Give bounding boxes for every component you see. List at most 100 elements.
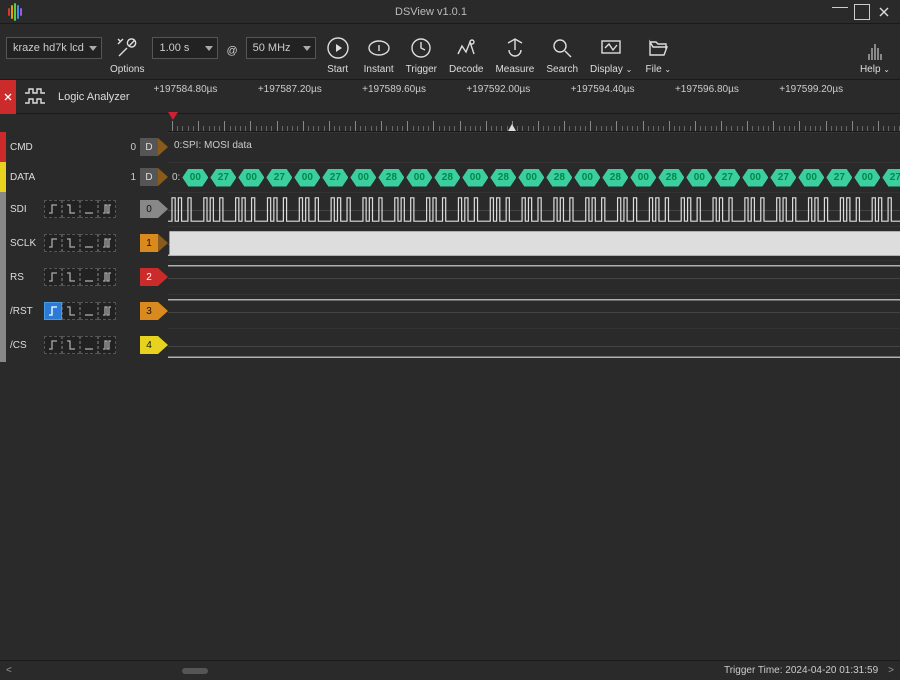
channel-flag (158, 336, 168, 354)
decoded-byte[interactable]: 00 (350, 169, 376, 187)
time-range-value: 1.00 s (159, 42, 189, 54)
decoded-byte[interactable]: 27 (210, 169, 236, 187)
help-button[interactable]: Help ⌄ (856, 44, 894, 75)
decoded-byte[interactable]: 27 (826, 169, 852, 187)
decoded-byte[interactable]: 28 (490, 169, 516, 187)
decoded-byte[interactable]: 00 (742, 169, 768, 187)
trigger-both-button[interactable] (98, 336, 116, 354)
decoder-row-data: DATA 1 D 0: 0027002700270028002800280028… (0, 162, 900, 192)
maximize-button[interactable] (854, 4, 870, 20)
channel-index-badge[interactable]: 1 (140, 234, 158, 252)
waveform-lane[interactable] (168, 294, 900, 328)
waveform-lane[interactable] (168, 226, 900, 260)
trigger-fall-button[interactable] (62, 302, 80, 320)
decoded-byte[interactable]: 28 (378, 169, 404, 187)
trigger-fall-button[interactable] (62, 336, 80, 354)
decoder-label: 0:SPI: MOSI data (168, 140, 252, 151)
decoded-byte[interactable]: 27 (266, 169, 292, 187)
decoded-byte[interactable]: 27 (882, 169, 900, 187)
trigger-both-button[interactable] (98, 234, 116, 252)
channel-index-badge[interactable]: 2 (140, 268, 158, 286)
channel-index-badge[interactable]: 3 (140, 302, 158, 320)
trigger-low-button[interactable] (80, 234, 98, 252)
cursor-marker[interactable] (508, 124, 516, 131)
close-button[interactable] (876, 4, 892, 20)
start-button[interactable]: Start (320, 34, 356, 75)
scroll-left-arrow[interactable]: < (6, 665, 12, 676)
time-ruler[interactable] (168, 114, 900, 132)
play-icon (324, 34, 352, 62)
decoded-byte[interactable]: 27 (714, 169, 740, 187)
decoded-byte[interactable]: 00 (854, 169, 880, 187)
trigger-low-button[interactable] (80, 336, 98, 354)
decode-button[interactable]: Decode (445, 34, 487, 75)
decoder-badge[interactable]: D (140, 138, 158, 156)
trigger-rise-button[interactable] (44, 268, 62, 286)
trigger-rise-button[interactable] (44, 200, 62, 218)
decoded-byte[interactable]: 00 (238, 169, 264, 187)
decoder-lane-data[interactable]: 0: 0027002700270028002800280028002800280… (168, 162, 900, 192)
sample-rate-selector[interactable]: 50 MHz (246, 37, 316, 59)
decoded-byte[interactable]: 00 (686, 169, 712, 187)
decoded-byte[interactable]: 00 (630, 169, 656, 187)
trigger-both-button[interactable] (98, 268, 116, 286)
waveform-lane[interactable] (168, 192, 900, 226)
search-icon (548, 34, 576, 62)
trigger-fall-button[interactable] (62, 234, 80, 252)
trigger-both-button[interactable] (98, 200, 116, 218)
close-device-button[interactable] (0, 80, 16, 114)
trigger-condition-group (44, 268, 116, 286)
trigger-marker[interactable] (168, 112, 178, 120)
channel-row-sdi: SDI 0 (0, 192, 900, 226)
trigger-rise-button[interactable] (44, 302, 62, 320)
display-label: Display ⌄ (590, 64, 632, 75)
device-selector[interactable]: kraze hd7k lcd in (6, 37, 102, 59)
decoded-byte[interactable]: 00 (518, 169, 544, 187)
scroll-right-arrow[interactable]: > (888, 665, 894, 676)
trigger-fall-button[interactable] (62, 268, 80, 286)
channel-index-badge[interactable]: 4 (140, 336, 158, 354)
trigger-time-label: Trigger Time: 2024-04-20 01:31:59 (724, 665, 878, 676)
hscroll-thumb[interactable] (182, 668, 208, 674)
decoder-badge[interactable]: D (140, 168, 158, 186)
channel-name: /CS (6, 340, 42, 351)
trigger-rise-button[interactable] (44, 234, 62, 252)
decoded-byte[interactable]: 00 (294, 169, 320, 187)
trigger-low-button[interactable] (80, 200, 98, 218)
decoder-lane-cmd[interactable]: 0:SPI: MOSI data (168, 132, 900, 162)
file-button[interactable]: File ⌄ (640, 34, 676, 75)
decoded-byte[interactable]: 00 (798, 169, 824, 187)
display-button[interactable]: Display ⌄ (586, 34, 636, 75)
minimize-button[interactable] (832, 4, 848, 20)
instant-button[interactable]: Instant (360, 34, 398, 75)
trigger-rise-button[interactable] (44, 336, 62, 354)
trigger-button[interactable]: Trigger (402, 34, 441, 75)
decoded-byte[interactable]: 28 (546, 169, 572, 187)
trigger-both-button[interactable] (98, 302, 116, 320)
decoded-byte[interactable]: 28 (434, 169, 460, 187)
time-range-selector[interactable]: 1.00 s (152, 37, 218, 59)
measure-button[interactable]: Measure (491, 34, 538, 75)
decoded-byte[interactable]: 00 (574, 169, 600, 187)
channel-index-badge[interactable]: 0 (140, 200, 158, 218)
logic-analyzer-icon (22, 85, 52, 109)
waveform-lane[interactable] (168, 260, 900, 294)
search-button[interactable]: Search (542, 34, 582, 75)
decoded-byte[interactable]: 00 (462, 169, 488, 187)
waveform-lane[interactable] (168, 328, 900, 362)
trigger-low-button[interactable] (80, 268, 98, 286)
decoded-byte[interactable]: 27 (322, 169, 348, 187)
trigger-condition-group (44, 336, 116, 354)
decoded-byte[interactable]: 28 (658, 169, 684, 187)
time-label: +197596.80µs (675, 84, 739, 95)
decoded-byte[interactable]: 27 (770, 169, 796, 187)
decoded-byte[interactable]: 00 (406, 169, 432, 187)
trigger-fall-button[interactable] (62, 200, 80, 218)
time-label: +197599.20µs (779, 84, 843, 95)
decoded-byte[interactable]: 28 (602, 169, 628, 187)
trigger-low-button[interactable] (80, 302, 98, 320)
decoded-byte[interactable]: 00 (182, 169, 208, 187)
options-button[interactable]: Options (106, 34, 148, 75)
channel-row-sclk: SCLK 1 (0, 226, 900, 260)
file-icon (644, 34, 672, 62)
